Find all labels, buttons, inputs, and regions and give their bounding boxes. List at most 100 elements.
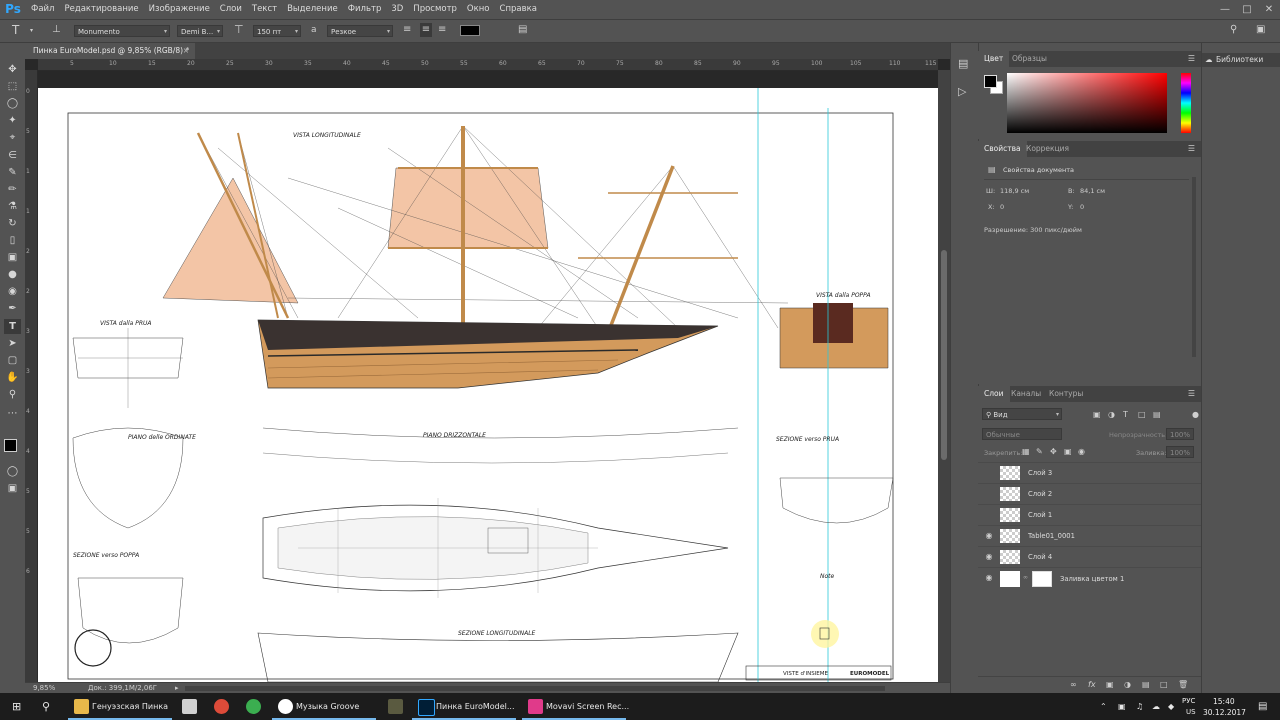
link-layers-icon[interactable]: ∞ — [1070, 680, 1077, 690]
menu-file[interactable]: Файл — [26, 4, 59, 14]
dodge-tool-icon[interactable]: ◉ — [4, 284, 21, 299]
panel-menu-icon[interactable]: ☰ — [1188, 54, 1195, 63]
filter-type-icon[interactable]: T — [1123, 410, 1128, 420]
volume-icon[interactable]: ♫ — [1136, 693, 1143, 720]
healing-tool-icon[interactable]: ✎ — [4, 165, 21, 180]
network-icon[interactable]: ▣ — [1118, 693, 1126, 720]
y-value[interactable]: 0 — [1080, 203, 1084, 211]
taskbar-item-groove[interactable]: Музыка Groove — [296, 693, 359, 720]
search-icon[interactable]: ⚲ — [1230, 25, 1237, 35]
filter-smart-icon[interactable]: ▤ — [1153, 410, 1161, 420]
menu-filter[interactable]: Фильтр — [343, 4, 387, 14]
width-value[interactable]: 118,9 см — [1000, 187, 1029, 195]
clock-date[interactable]: 30.12.2017 — [1203, 708, 1246, 717]
chrome-icon[interactable] — [214, 699, 229, 714]
maximize-icon[interactable]: □ — [1236, 0, 1258, 18]
ruler-vertical[interactable]: 0 5 1 1 2 2 3 3 4 4 5 5 6 — [25, 70, 38, 682]
type-tool-icon[interactable]: T — [4, 319, 21, 334]
pen-tool-icon[interactable]: ✒ — [4, 301, 21, 316]
character-panel-icon[interactable]: ▤ — [518, 25, 527, 35]
rectangle-tool-icon[interactable]: ▢ — [4, 353, 21, 368]
gradient-tool-icon[interactable]: ▣ — [4, 250, 21, 265]
panel-menu-icon[interactable]: ☰ — [1188, 389, 1195, 398]
layer-style-icon[interactable]: fx — [1088, 680, 1096, 690]
menu-window[interactable]: Окно — [462, 4, 495, 14]
eyedropper-tool-icon[interactable]: ∈ — [4, 148, 21, 163]
layer-row[interactable]: Слой 2 — [978, 483, 1201, 504]
layer-row[interactable]: Слой 3 — [978, 462, 1201, 483]
taskbar-item-explorer[interactable]: Генуэзская Пинка — [92, 693, 168, 720]
chevron-up-icon[interactable]: ⌃ — [1100, 693, 1107, 720]
tab-adjustments[interactable]: Коррекция — [1020, 141, 1075, 157]
actions-panel-icon[interactable]: ▷ — [958, 86, 966, 97]
new-layer-icon[interactable]: □ — [1160, 680, 1168, 690]
filter-toggle-icon[interactable]: ● — [1192, 410, 1199, 420]
magic-wand-tool-icon[interactable]: ✦ — [4, 113, 21, 128]
zoom-tool-icon[interactable]: ⚲ — [4, 387, 21, 402]
minimize-icon[interactable]: — — [1214, 0, 1236, 18]
filter-pixel-icon[interactable]: ▣ — [1093, 410, 1101, 420]
crop-tool-icon[interactable]: ⌖ — [4, 130, 21, 145]
path-selection-tool-icon[interactable]: ➤ — [4, 336, 21, 351]
text-orientation-icon[interactable]: ⊥ — [52, 25, 61, 35]
close-window-icon[interactable]: ✕ — [1258, 0, 1280, 18]
lasso-tool-icon[interactable]: ◯ — [4, 96, 21, 111]
history-brush-tool-icon[interactable]: ↻ — [4, 216, 21, 231]
opacity-input[interactable]: 100% — [1166, 428, 1194, 440]
stamp-tool-icon[interactable]: ⚗ — [4, 199, 21, 214]
antialias-select[interactable]: Резкое ▾ — [327, 25, 393, 37]
menu-edit[interactable]: Редактирование — [59, 4, 143, 14]
cloud-icon[interactable]: ☁ — [1152, 693, 1160, 720]
tab-channels[interactable]: Каналы — [1005, 386, 1047, 402]
libraries-tab[interactable]: ☁ Библиотеки — [1202, 53, 1280, 67]
lock-position-icon[interactable]: ✥ — [1050, 447, 1057, 457]
screen-mode-icon[interactable]: ▣ — [4, 481, 21, 496]
menu-type[interactable]: Текст — [247, 4, 282, 14]
ruler-horizontal[interactable]: 5 10 15 20 25 30 35 40 45 50 55 60 65 70… — [38, 59, 938, 71]
clock-time[interactable]: 15:40 — [1213, 697, 1235, 706]
tab-swatches[interactable]: Образцы — [1006, 51, 1053, 67]
visibility-toggle[interactable] — [984, 510, 994, 520]
menu-layers[interactable]: Слои — [215, 4, 247, 14]
panel-menu-icon[interactable]: ☰ — [1188, 144, 1195, 153]
layer-row[interactable]: ◉ Слой 4 — [978, 546, 1201, 567]
eye-icon[interactable]: ◉ — [984, 552, 994, 562]
brush-tool-icon[interactable]: ✏ — [4, 182, 21, 197]
scrollbar-thumb[interactable] — [941, 250, 947, 460]
layer-row[interactable]: ◉ ∞ Заливка цветом 1 — [978, 567, 1201, 590]
vertical-scrollbar[interactable] — [938, 70, 950, 682]
color-field[interactable] — [1007, 73, 1167, 133]
browser-icon[interactable] — [246, 699, 261, 714]
align-right-icon[interactable]: ≡ — [438, 25, 446, 35]
align-left-icon[interactable]: ≡ — [403, 25, 411, 35]
language-indicator[interactable]: РУС — [1182, 697, 1195, 705]
text-tool-icon[interactable]: T — [12, 24, 19, 36]
close-icon[interactable]: × — [183, 43, 189, 59]
font-size-select[interactable]: 150 пт ▾ — [253, 25, 301, 37]
visibility-toggle[interactable] — [984, 489, 994, 499]
menu-image[interactable]: Изображение — [144, 4, 215, 14]
blur-tool-icon[interactable]: ● — [4, 267, 21, 282]
more-tools-icon[interactable]: ⋯ — [4, 406, 21, 421]
hue-slider[interactable] — [1181, 73, 1191, 133]
properties-scrollbar[interactable] — [1192, 177, 1196, 357]
filter-shape-icon[interactable]: □ — [1138, 410, 1146, 420]
workspace-icon[interactable]: ▣ — [1256, 25, 1265, 35]
align-center-icon[interactable]: ≡ — [420, 23, 432, 37]
font-style-select[interactable]: Demi B... ▾ — [177, 25, 223, 37]
text-color-swatch[interactable] — [460, 25, 480, 36]
history-panel-icon[interactable]: ▤ — [958, 58, 968, 69]
taskbar-item-movavi[interactable]: Movavi Screen Rec... — [546, 693, 629, 720]
document-canvas[interactable]: VISTA LONGITUDINALE VISTA dalla PRUA VIS… — [38, 88, 938, 682]
notification-icon[interactable]: ▤ — [1258, 693, 1267, 720]
search-icon[interactable]: ⚲ — [42, 693, 50, 720]
marquee-tool-icon[interactable]: ⬚ — [4, 79, 21, 94]
windows-start-icon[interactable]: ⊞ — [12, 693, 21, 720]
hand-tool-icon[interactable]: ✋ — [4, 370, 21, 385]
document-tab[interactable]: Пинка EuroModel.psd @ 9,85% (RGB/8) * × — [25, 43, 195, 59]
height-value[interactable]: 84,1 см — [1080, 187, 1105, 195]
fg-bg-swatches[interactable] — [984, 75, 1003, 94]
eraser-tool-icon[interactable]: ▯ — [4, 233, 21, 248]
blend-mode-select[interactable]: Обычные — [982, 428, 1062, 440]
menu-3d[interactable]: 3D — [386, 4, 408, 14]
